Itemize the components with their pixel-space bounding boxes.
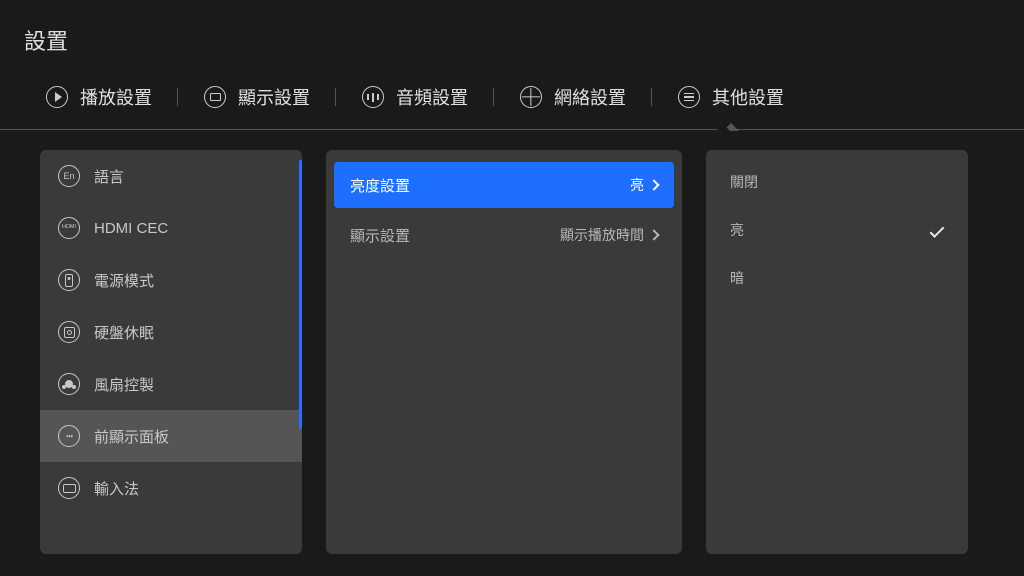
options-panel: 關閉 亮 暗 xyxy=(706,150,968,554)
setting-value-wrap: 亮 xyxy=(630,175,658,195)
option-off[interactable]: 關閉 xyxy=(706,158,968,206)
sidebar-item-label: 電源模式 xyxy=(94,270,154,291)
sidebar-scrollbar[interactable] xyxy=(299,160,302,544)
sidebar-item-label: 輸入法 xyxy=(94,478,139,499)
sidebar-panel: En 語言 HDMI HDMI CEC 電源模式 硬盤休眠 風扇控製 ┅ 前顯示… xyxy=(40,150,302,554)
sidebar-item-language[interactable]: En 語言 xyxy=(40,150,302,202)
tab-label: 音頻設置 xyxy=(396,84,468,110)
sidebar-item-hdd[interactable]: 硬盤休眠 xyxy=(40,306,302,358)
setting-display-mode[interactable]: 顯示設置 顯示播放時間 xyxy=(334,212,674,258)
option-bright[interactable]: 亮 xyxy=(706,206,968,254)
active-tab-indicator xyxy=(723,123,739,131)
sidebar-item-front-panel[interactable]: ┅ 前顯示面板 xyxy=(40,410,302,462)
sidebar-item-fan[interactable]: 風扇控製 xyxy=(40,358,302,410)
sidebar-item-label: 硬盤休眠 xyxy=(94,322,154,343)
setting-title: 顯示設置 xyxy=(350,225,410,246)
option-dark[interactable]: 暗 xyxy=(706,254,968,302)
audio-icon xyxy=(362,86,384,108)
play-icon xyxy=(46,86,68,108)
hdd-icon xyxy=(58,321,80,343)
setting-brightness[interactable]: 亮度設置 亮 xyxy=(334,162,674,208)
scrollbar-thumb[interactable] xyxy=(299,160,302,429)
sidebar-item-label: 風扇控製 xyxy=(94,374,154,395)
menu-icon xyxy=(678,86,700,108)
tab-label: 顯示設置 xyxy=(238,84,310,110)
tab-bar: 播放設置 顯示設置 音頻設置 網絡設置 其他設置 xyxy=(20,64,1004,130)
power-icon xyxy=(58,269,80,291)
globe-icon xyxy=(520,86,542,108)
language-icon: En xyxy=(58,165,80,187)
sidebar-item-label: HDMI CEC xyxy=(94,220,168,237)
panel-icon: ┅ xyxy=(58,425,80,447)
tab-label: 其他設置 xyxy=(712,84,784,110)
tab-label: 網絡設置 xyxy=(554,84,626,110)
tab-other[interactable]: 其他設置 xyxy=(652,72,810,130)
chevron-right-icon xyxy=(648,179,659,190)
check-icon xyxy=(930,223,945,238)
tab-label: 播放設置 xyxy=(80,84,152,110)
sidebar-item-label: 前顯示面板 xyxy=(94,426,169,447)
tab-network[interactable]: 網絡設置 xyxy=(494,72,652,130)
setting-value-wrap: 顯示播放時間 xyxy=(560,225,658,245)
page-title: 設置 xyxy=(24,24,1000,56)
setting-value: 顯示播放時間 xyxy=(560,225,644,245)
settings-panel: 亮度設置 亮 顯示設置 顯示播放時間 xyxy=(326,150,682,554)
sidebar-item-label: 語言 xyxy=(94,166,124,187)
fan-icon xyxy=(58,373,80,395)
option-label: 關閉 xyxy=(730,172,758,192)
sidebar-item-ime[interactable]: 輸入法 xyxy=(40,462,302,514)
chevron-right-icon xyxy=(648,229,659,240)
setting-title: 亮度設置 xyxy=(350,175,410,196)
sidebar-item-power[interactable]: 電源模式 xyxy=(40,254,302,306)
hdmi-icon: HDMI xyxy=(58,217,80,239)
keyboard-icon xyxy=(58,477,80,499)
sidebar-item-hdmicec[interactable]: HDMI HDMI CEC xyxy=(40,202,302,254)
tab-display[interactable]: 顯示設置 xyxy=(178,72,336,130)
option-label: 亮 xyxy=(730,220,744,240)
setting-value: 亮 xyxy=(630,175,644,195)
tab-playback[interactable]: 播放設置 xyxy=(20,72,178,130)
display-icon xyxy=(204,86,226,108)
panels: En 語言 HDMI HDMI CEC 電源模式 硬盤休眠 風扇控製 ┅ 前顯示… xyxy=(0,130,1024,554)
option-label: 暗 xyxy=(730,268,744,288)
tab-audio[interactable]: 音頻設置 xyxy=(336,72,494,130)
